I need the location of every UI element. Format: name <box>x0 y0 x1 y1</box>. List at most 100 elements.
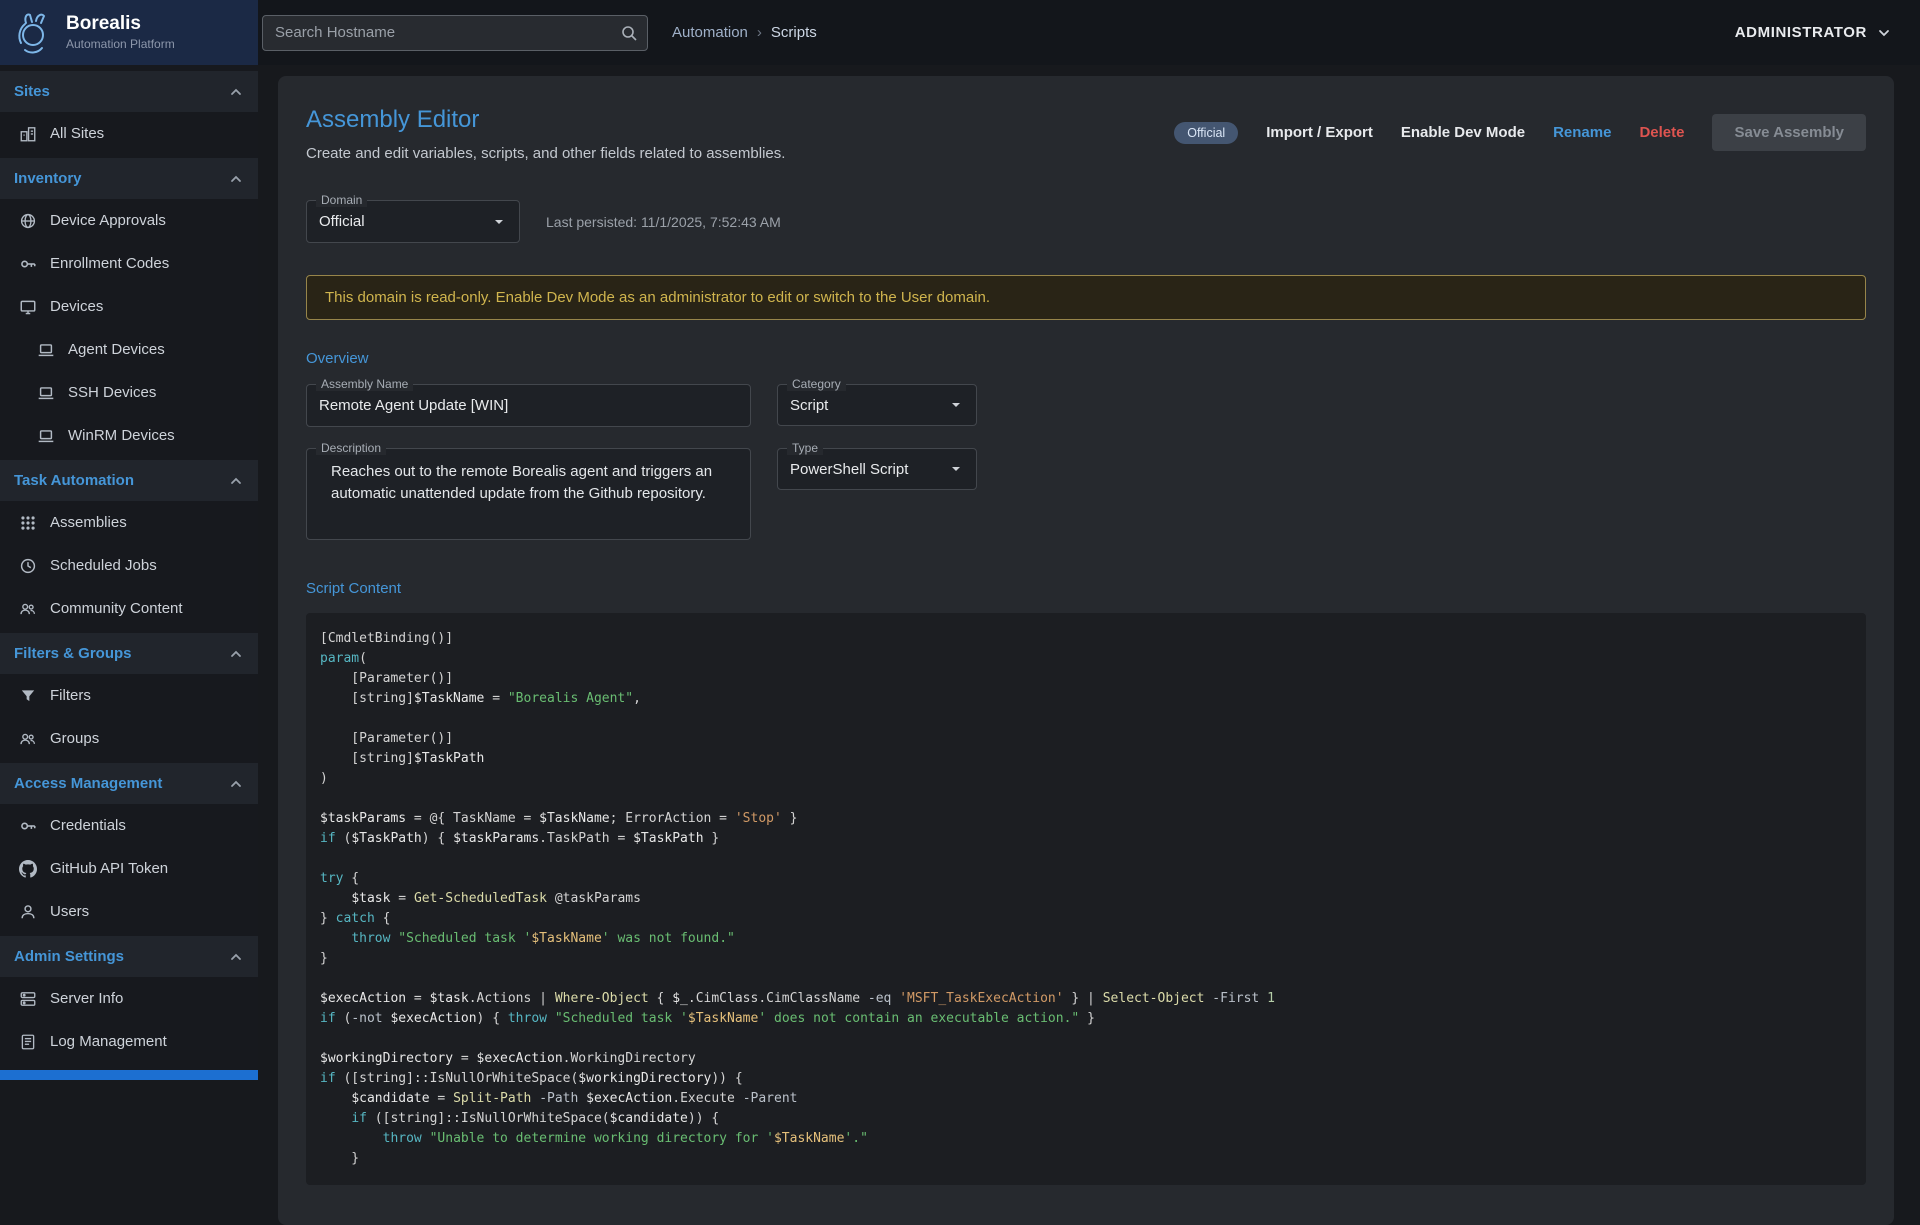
sidebar-item-filters[interactable]: Filters <box>0 674 258 717</box>
panel-title-block: Assembly Editor Create and edit variable… <box>306 106 785 162</box>
chevron-up-icon <box>228 84 244 100</box>
code-line: throw "Scheduled task '$TaskName' was no… <box>320 929 1852 949</box>
assembly-name-input[interactable] <box>307 385 750 426</box>
category-select-label: Category <box>787 377 846 391</box>
sidebar-section-label: Admin Settings <box>14 948 124 965</box>
grid-icon <box>19 514 37 532</box>
sidebar-item-log-management[interactable]: Log Management <box>0 1020 258 1063</box>
enable-dev-mode-button[interactable]: Enable Dev Mode <box>1401 124 1525 141</box>
code-line <box>320 1029 1852 1049</box>
app-brand[interactable]: Borealis Automation Platform <box>0 0 258 65</box>
breadcrumb: Automation › Scripts <box>672 24 817 41</box>
code-line: if ([string]::IsNullOrWhiteSpace($candid… <box>320 1109 1852 1129</box>
readonly-warning-banner: This domain is read-only. Enable Dev Mod… <box>306 275 1866 320</box>
save-assembly-button[interactable]: Save Assembly <box>1712 114 1866 151</box>
hostname-search <box>262 15 648 51</box>
code-line: param( <box>320 649 1852 669</box>
sidebar-item-all-sites[interactable]: All Sites <box>0 112 258 155</box>
search-icon[interactable] <box>620 24 638 42</box>
overview-section-label: Overview <box>306 350 1866 367</box>
sidebar-item-assemblies[interactable]: Assemblies <box>0 501 258 544</box>
laptop-icon <box>37 427 55 445</box>
code-line: $taskParams = @{ TaskName = $TaskName; E… <box>320 809 1852 829</box>
breadcrumb-separator: › <box>757 24 762 41</box>
description-field[interactable]: Description Reaches out to the remote Bo… <box>306 448 751 540</box>
sidebar-item-device-approvals[interactable]: Device Approvals <box>0 199 258 242</box>
sidebar-section-access-management[interactable]: Access Management <box>0 763 258 804</box>
sidebar-item-label: Scheduled Jobs <box>50 557 157 574</box>
sidebar-section-admin-settings[interactable]: Admin Settings <box>0 936 258 977</box>
sidebar-item-devices[interactable]: Devices <box>0 285 258 328</box>
sidebar-footer-accent <box>0 1070 258 1080</box>
sidebar-item-server-info[interactable]: Server Info <box>0 977 258 1020</box>
page-title: Assembly Editor <box>306 106 785 134</box>
filter-icon <box>19 687 37 705</box>
code-line: [Parameter()] <box>320 729 1852 749</box>
domain-select-label: Domain <box>316 193 367 207</box>
domain-select[interactable]: Domain Official <box>306 200 520 243</box>
sidebar-item-users[interactable]: Users <box>0 890 258 933</box>
sidebar-section-inventory[interactable]: Inventory <box>0 158 258 199</box>
code-line: if ($TaskPath) { $taskParams.TaskPath = … <box>320 829 1852 849</box>
sidebar-item-ssh-devices[interactable]: SSH Devices <box>0 371 258 414</box>
user-menu-label: ADMINISTRATOR <box>1735 24 1867 41</box>
code-line: } <box>320 1149 1852 1169</box>
breadcrumb-item-automation[interactable]: Automation <box>672 24 748 41</box>
sidebar: Sites All Sites Inventory Device Approvals E… <box>0 65 258 1080</box>
server-icon <box>19 990 37 1008</box>
code-editor-content: [CmdletBinding()]param( [Parameter()] [s… <box>320 629 1852 1169</box>
last-persisted-text: Last persisted: 11/1/2025, 7:52:43 AM <box>546 214 781 230</box>
people-icon <box>19 600 37 618</box>
sidebar-section-sites[interactable]: Sites <box>0 71 258 112</box>
key-icon <box>19 817 37 835</box>
clock-icon <box>19 557 37 575</box>
github-icon <box>19 860 37 878</box>
sidebar-section-label: Access Management <box>14 775 162 792</box>
description-input[interactable]: Reaches out to the remote Borealis agent… <box>307 449 750 517</box>
sidebar-item-github-api-token[interactable]: GitHub API Token <box>0 847 258 890</box>
assembly-name-field: Assembly Name <box>306 384 751 427</box>
sidebar-item-groups[interactable]: Groups <box>0 717 258 760</box>
header-actions: Official Import / Export Enable Dev Mode… <box>1174 114 1866 151</box>
code-line: throw "Unable to determine working direc… <box>320 1129 1852 1149</box>
description-label: Description <box>316 441 386 455</box>
sidebar-item-winrm-devices[interactable]: WinRM Devices <box>0 414 258 457</box>
domain-row: Domain Official Last persisted: 11/1/202… <box>306 200 1866 243</box>
breadcrumb-item-scripts[interactable]: Scripts <box>771 24 817 41</box>
type-select[interactable]: Type PowerShell Script <box>777 448 977 490</box>
script-section-label: Script Content <box>306 580 1866 597</box>
sidebar-section-label: Task Automation <box>14 472 134 489</box>
type-select-value: PowerShell Script <box>790 461 948 478</box>
sidebar-section-task-automation[interactable]: Task Automation <box>0 460 258 501</box>
search-input[interactable] <box>262 15 648 51</box>
code-line: $task = Get-ScheduledTask @taskParams <box>320 889 1852 909</box>
sidebar-item-label: All Sites <box>50 125 104 142</box>
sidebar-item-scheduled-jobs[interactable]: Scheduled Jobs <box>0 544 258 587</box>
delete-button[interactable]: Delete <box>1639 124 1684 141</box>
sidebar-section-filters-groups[interactable]: Filters & Groups <box>0 633 258 674</box>
sidebar-item-label: Filters <box>50 687 91 704</box>
sidebar-item-agent-devices[interactable]: Agent Devices <box>0 328 258 371</box>
sidebar-item-community-content[interactable]: Community Content <box>0 587 258 630</box>
panel-header: Assembly Editor Create and edit variable… <box>306 106 1866 162</box>
rename-button[interactable]: Rename <box>1553 124 1611 141</box>
sidebar-item-credentials[interactable]: Credentials <box>0 804 258 847</box>
code-line: $workingDirectory = $execAction.WorkingD… <box>320 1049 1852 1069</box>
sidebar-section-label: Sites <box>14 83 50 100</box>
script-editor[interactable]: [CmdletBinding()]param( [Parameter()] [s… <box>306 613 1866 1185</box>
chevron-up-icon <box>228 171 244 187</box>
code-line: try { <box>320 869 1852 889</box>
sidebar-nav: Sites All Sites Inventory Device Approvals E… <box>0 71 258 1080</box>
chevron-up-icon <box>228 473 244 489</box>
chevron-up-icon <box>228 776 244 792</box>
sidebar-item-enrollment-codes[interactable]: Enrollment Codes <box>0 242 258 285</box>
main-content: Assembly Editor Create and edit variable… <box>258 65 1920 1225</box>
building-icon <box>19 125 37 143</box>
sidebar-section-label: Inventory <box>14 170 82 187</box>
sidebar-item-label: Device Approvals <box>50 212 166 229</box>
category-select[interactable]: Category Script <box>777 384 977 426</box>
sidebar-item-label: Groups <box>50 730 99 747</box>
domain-status-chip: Official <box>1174 122 1238 144</box>
import-export-button[interactable]: Import / Export <box>1266 124 1373 141</box>
user-menu[interactable]: ADMINISTRATOR <box>1735 24 1892 41</box>
